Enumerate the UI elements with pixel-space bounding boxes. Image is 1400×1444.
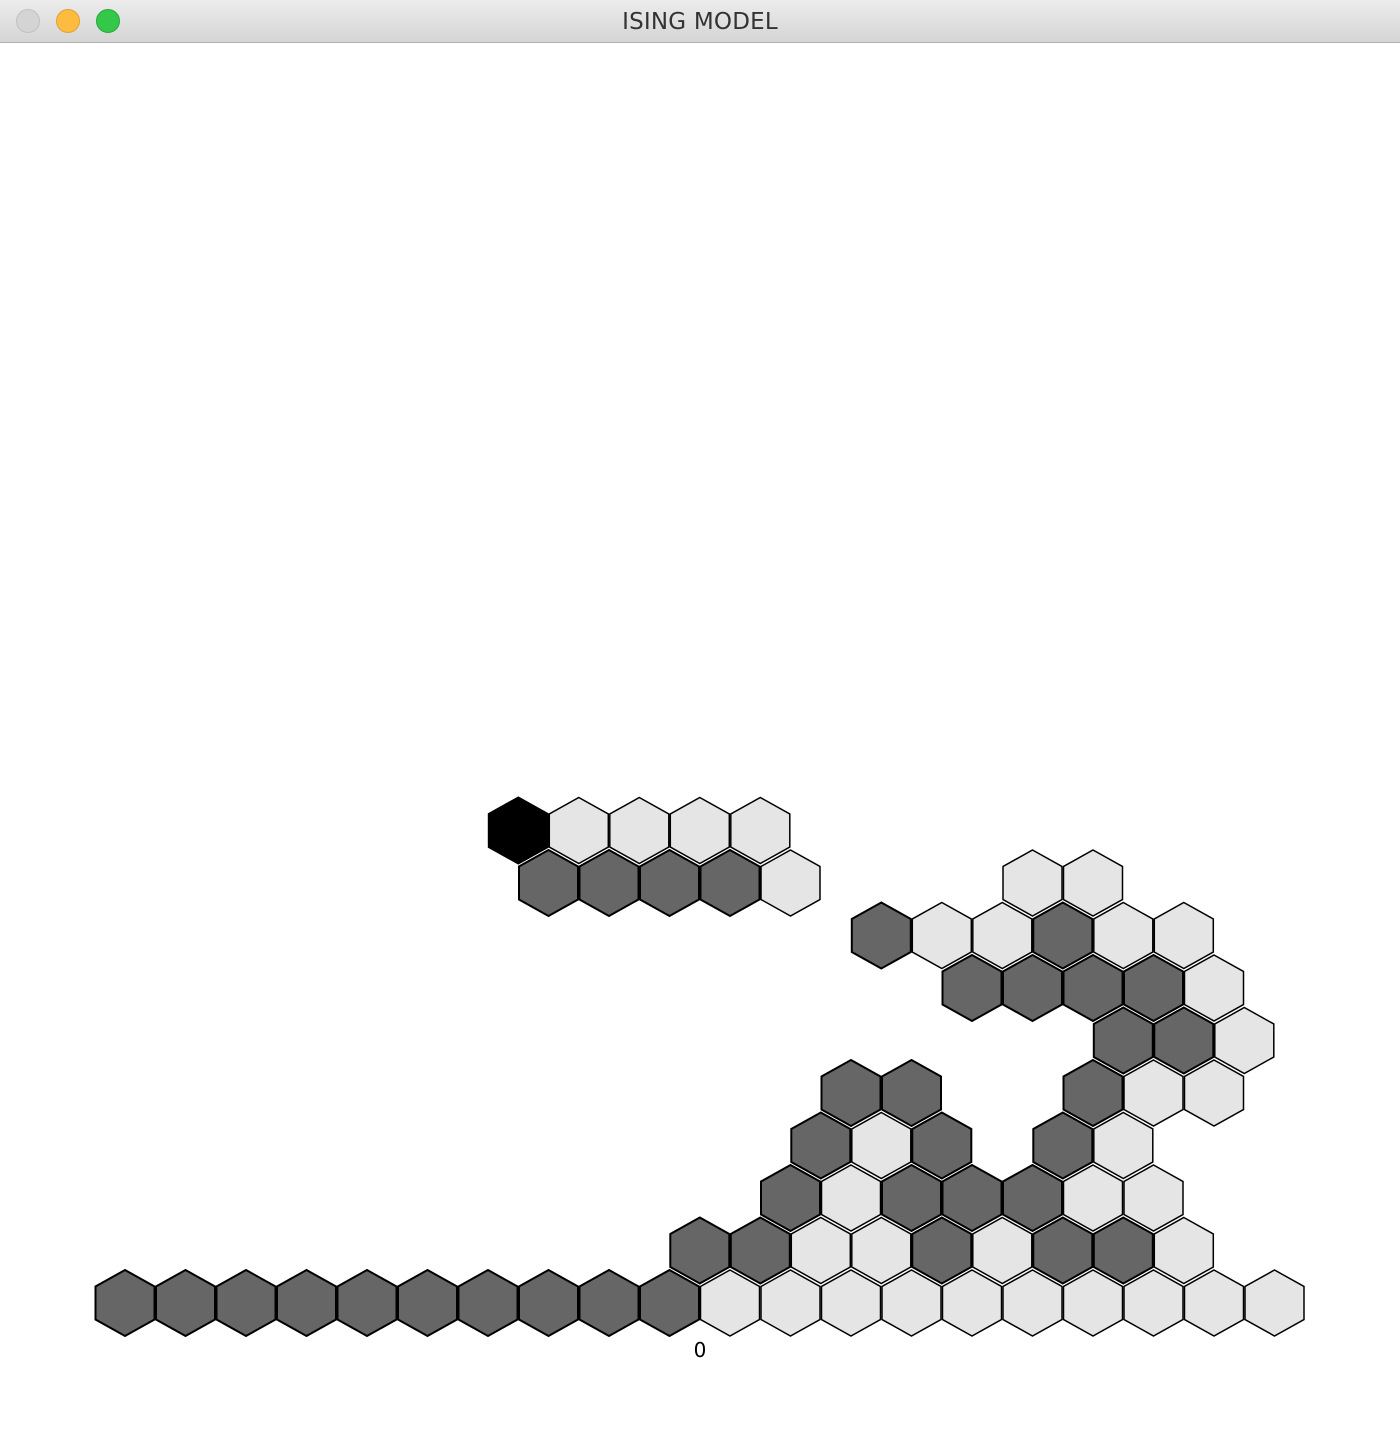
hex-cell-up[interactable]	[972, 901, 1033, 970]
hex-cell-down[interactable]	[729, 1216, 791, 1285]
hex-cell-down[interactable]	[941, 1163, 1003, 1233]
hex-cell-up[interactable]	[1183, 1269, 1245, 1337]
hex-cell-down[interactable]	[881, 1163, 942, 1233]
hex-cell-down[interactable]	[790, 1111, 852, 1180]
hex-cell-down[interactable]	[336, 1268, 398, 1338]
hex-lattice[interactable]: 0	[0, 43, 1400, 1444]
hex-cell-up[interactable]	[1093, 901, 1154, 970]
hex-cell-up[interactable]	[1153, 1216, 1215, 1285]
hex-cell-up[interactable]	[881, 1269, 942, 1337]
hex-cell-up[interactable]	[1183, 1059, 1245, 1127]
hex-cell-down[interactable]	[1002, 1163, 1063, 1233]
hex-cell-down[interactable]	[1153, 1006, 1215, 1075]
title-bar[interactable]: ISING MODEL	[0, 0, 1400, 43]
hex-cell-down[interactable]	[1032, 901, 1094, 970]
hex-cell-up[interactable]	[730, 796, 791, 865]
hex-cell-down[interactable]	[881, 1058, 942, 1128]
hex-cell-up[interactable]	[1002, 849, 1063, 917]
hex-cell-down[interactable]	[1032, 1216, 1094, 1285]
hex-cell-up[interactable]	[1123, 1164, 1184, 1232]
hex-cell-down[interactable]	[215, 1268, 277, 1338]
hex-cell-selected[interactable]	[487, 796, 549, 865]
hex-cell-up[interactable]	[1214, 1006, 1275, 1075]
hex-cell-up[interactable]	[609, 796, 670, 865]
hex-cell-up[interactable]	[1093, 1111, 1154, 1180]
hex-cell-down[interactable]	[1062, 953, 1124, 1023]
hex-cell-down[interactable]	[276, 1268, 337, 1338]
hex-cell-up[interactable]	[1123, 1059, 1184, 1127]
hex-cell-up[interactable]	[760, 1269, 821, 1337]
hex-cell-down[interactable]	[1002, 953, 1063, 1023]
hex-cell-down[interactable]	[1032, 1111, 1094, 1180]
hex-cell-up[interactable]	[1062, 849, 1124, 917]
hex-cell-up[interactable]	[820, 1164, 882, 1232]
hex-cell-down[interactable]	[911, 1216, 973, 1285]
hex-cell-up[interactable]	[911, 901, 973, 970]
hex-cell-down[interactable]	[1092, 1216, 1154, 1285]
hex-cell-up[interactable]	[669, 796, 731, 865]
hex-cell-up[interactable]	[760, 849, 821, 917]
hex-cell-up[interactable]	[1062, 1269, 1124, 1337]
hex-cell-down[interactable]	[155, 1268, 216, 1338]
lattice-canvas[interactable]: 0	[0, 43, 1400, 1444]
hex-cell-up[interactable]	[820, 1269, 882, 1337]
hex-cell-down[interactable]	[941, 953, 1003, 1023]
hex-cell-down[interactable]	[578, 848, 640, 918]
hex-cell-up[interactable]	[1002, 1269, 1063, 1337]
hex-cell-down[interactable]	[820, 1058, 882, 1128]
hex-cell-down[interactable]	[1123, 953, 1184, 1023]
hex-cell-up[interactable]	[1153, 901, 1215, 970]
hex-cell-down[interactable]	[94, 1268, 156, 1338]
hex-cell-down[interactable]	[518, 1268, 579, 1338]
hex-cell-down[interactable]	[639, 848, 700, 918]
hex-cell-down[interactable]	[669, 1216, 731, 1285]
hex-cell-up[interactable]	[1062, 1164, 1124, 1232]
origin-label: 0	[694, 1338, 707, 1362]
hex-cell-down[interactable]	[518, 848, 579, 918]
hex-cell-up[interactable]	[851, 1111, 912, 1180]
hex-cell-up[interactable]	[548, 796, 610, 865]
hex-cell-up[interactable]	[941, 1269, 1003, 1337]
window-title: ISING MODEL	[622, 9, 778, 35]
hex-cell-down[interactable]	[850, 901, 912, 970]
hex-cell-up[interactable]	[972, 1216, 1033, 1285]
hex-cell-down[interactable]	[457, 1268, 519, 1338]
hex-cell-down[interactable]	[760, 1163, 821, 1233]
hex-cell-up[interactable]	[1183, 954, 1245, 1022]
cells-layer	[94, 796, 1305, 1338]
hex-cell-down[interactable]	[911, 1111, 973, 1180]
hex-cell-down[interactable]	[1062, 1058, 1124, 1128]
hex-cell-down[interactable]	[639, 1268, 700, 1338]
hex-cell-down[interactable]	[1092, 1006, 1154, 1075]
hex-cell-up[interactable]	[699, 1269, 761, 1337]
hex-cell-up[interactable]	[1244, 1269, 1305, 1337]
app-window: ISING MODEL 0	[0, 0, 1400, 1444]
hex-cell-down[interactable]	[578, 1268, 640, 1338]
hex-cell-up[interactable]	[790, 1216, 852, 1285]
hex-cell-down[interactable]	[699, 848, 761, 918]
hex-cell-down[interactable]	[397, 1268, 458, 1338]
hex-cell-up[interactable]	[851, 1216, 912, 1285]
hex-cell-up[interactable]	[1123, 1269, 1184, 1337]
